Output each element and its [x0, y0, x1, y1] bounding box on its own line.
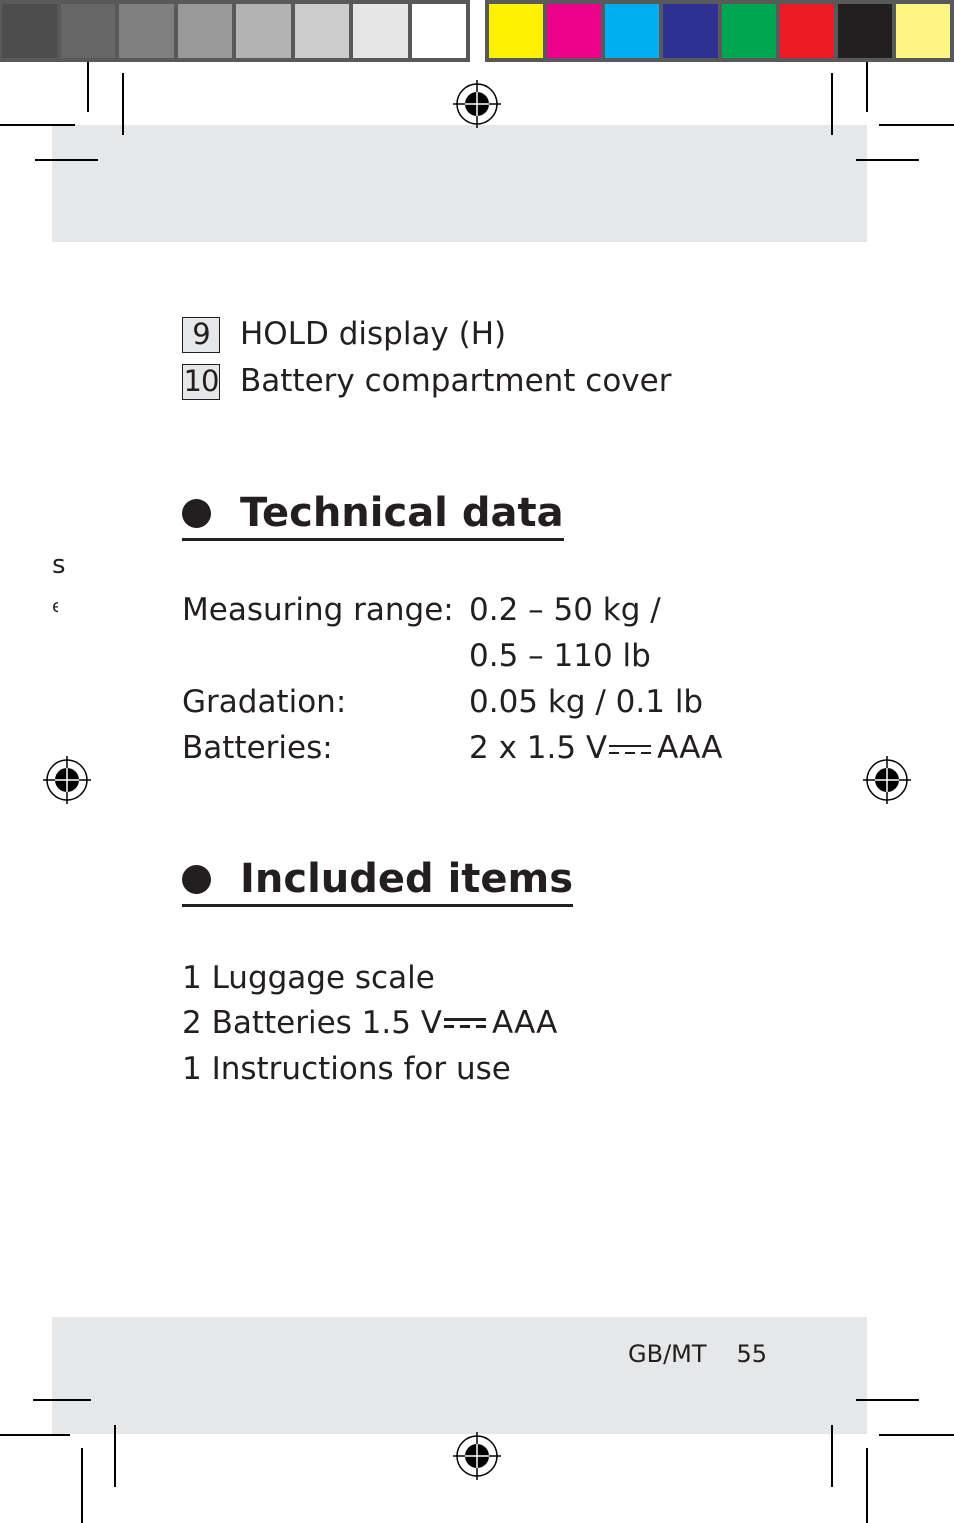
color-swatch	[663, 4, 718, 58]
registration-mark-icon	[43, 756, 91, 804]
crop-mark	[866, 1448, 868, 1523]
color-calibration-bar	[485, 0, 954, 62]
color-swatch	[779, 4, 834, 58]
spec-label: Measuring range:	[182, 592, 454, 628]
header-band	[52, 125, 867, 242]
registration-mark-icon	[863, 756, 911, 804]
spec-value: 0.2 – 50 kg /	[469, 592, 661, 628]
crop-mark	[0, 1434, 70, 1436]
crop-mark	[87, 62, 89, 112]
crop-mark	[856, 159, 919, 161]
spec-label: Batteries:	[182, 730, 333, 766]
crop-mark	[0, 124, 75, 126]
crop-mark	[879, 124, 954, 126]
part-label: Battery compartment cover	[240, 363, 672, 399]
spec-row: Batteries: 2 x 1.5 V AAA	[182, 725, 723, 771]
registration-mark-icon	[453, 80, 501, 128]
gray-swatch	[119, 4, 174, 58]
gray-swatch	[353, 4, 408, 58]
color-swatch	[895, 4, 950, 58]
adjacent-page-fragment: s	[52, 550, 66, 580]
list-item: 2 Batteries 1.5 V AAA	[182, 1001, 557, 1047]
color-swatch	[837, 4, 892, 58]
crop-mark	[866, 62, 868, 112]
crop-mark	[879, 1434, 954, 1436]
technical-data-heading: Technical data	[182, 490, 564, 541]
registration-mark-icon	[453, 1432, 501, 1480]
gray-swatch	[236, 4, 291, 58]
gray-swatch	[177, 4, 232, 58]
spec-value: 2 x 1.5 V AAA	[469, 730, 723, 766]
crop-mark	[122, 73, 124, 135]
part-label: HOLD display (H)	[240, 316, 507, 352]
bullet-icon	[182, 864, 211, 894]
locale-label: GB/MT	[628, 1340, 707, 1368]
color-swatch	[547, 4, 602, 58]
spec-value: 0.5 – 110 lb	[469, 638, 651, 674]
included-items-heading: Included items	[182, 856, 574, 907]
adjacent-page-fragment: e	[52, 596, 58, 617]
gray-swatch	[2, 4, 57, 58]
crop-mark	[81, 1448, 83, 1523]
item-text-suffix: AAA	[492, 1005, 558, 1042]
gray-swatch	[411, 4, 466, 58]
footer-band	[52, 1317, 867, 1434]
included-items-list: 1 Luggage scale 2 Batteries 1.5 V AAA 1 I…	[182, 955, 557, 1092]
crop-mark	[831, 73, 833, 135]
spec-row: Gradation: 0.05 kg / 0.1 lb	[182, 679, 723, 725]
section-title: Included items	[240, 856, 574, 902]
crop-mark	[831, 1425, 833, 1487]
list-item: 1 Luggage scale	[182, 959, 435, 996]
spec-label: Gradation:	[182, 684, 347, 720]
crop-mark	[856, 1399, 919, 1401]
direct-current-icon	[444, 1016, 487, 1030]
gray-swatch	[294, 4, 349, 58]
spec-row: 0.5 – 110 lb	[182, 633, 723, 679]
crop-mark	[33, 1399, 91, 1401]
parts-legend: 9 HOLD display (H) 10 Battery compartmen…	[182, 311, 671, 405]
crop-mark	[114, 1425, 116, 1487]
spec-row: Measuring range: 0.2 – 50 kg /	[182, 587, 723, 633]
grayscale-calibration-bar	[0, 0, 470, 62]
page-footer: GB/MT 55	[628, 1340, 767, 1368]
list-item: 1 Instructions for use	[182, 1050, 511, 1087]
gray-swatch	[60, 4, 115, 58]
technical-data-table: Measuring range: 0.2 – 50 kg / 0.5 – 110…	[182, 587, 723, 771]
part-number-badge: 10	[182, 363, 220, 400]
color-swatch	[721, 4, 776, 58]
spec-value-suffix: AAA	[657, 730, 723, 766]
bullet-icon	[182, 498, 211, 528]
item-text-prefix: 2 Batteries 1.5 V	[182, 1005, 443, 1042]
color-swatch	[605, 4, 660, 58]
spec-value: 0.05 kg / 0.1 lb	[469, 684, 704, 720]
legend-item: 10 Battery compartment cover	[182, 358, 671, 405]
crop-mark	[35, 159, 98, 161]
page-number: 55	[736, 1340, 768, 1368]
legend-item: 9 HOLD display (H)	[182, 311, 671, 358]
section-title: Technical data	[240, 490, 564, 536]
direct-current-icon	[609, 743, 652, 757]
color-swatch	[489, 4, 544, 58]
part-number-badge: 9	[182, 316, 220, 353]
spec-value-prefix: 2 x 1.5 V	[469, 730, 608, 766]
